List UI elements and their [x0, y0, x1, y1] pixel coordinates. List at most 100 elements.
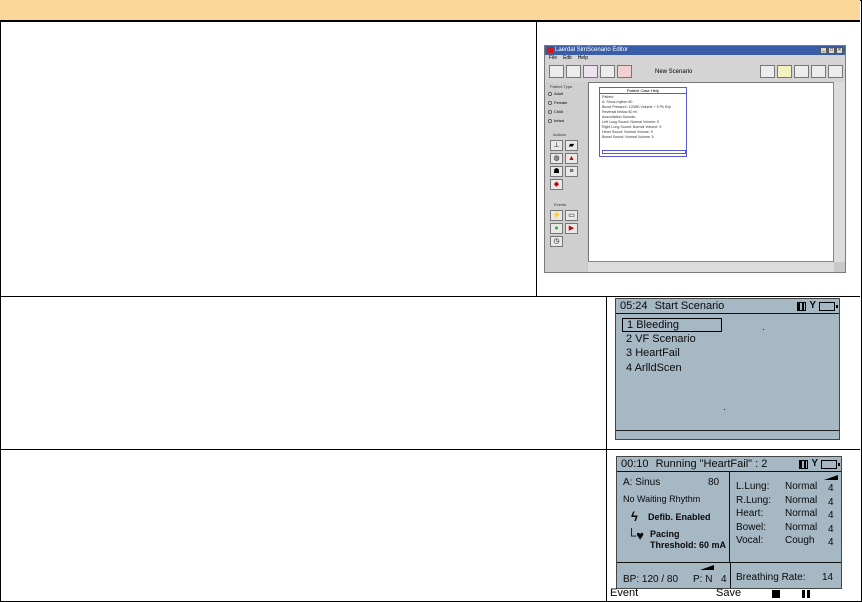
maximize-button[interactable]: □: [828, 47, 835, 54]
new-button[interactable]: [549, 65, 564, 78]
menu-bar: File Edit Help: [545, 55, 845, 62]
delete-button[interactable]: [617, 65, 632, 78]
event-flag-icon[interactable]: ▶: [565, 223, 578, 234]
sound-value[interactable]: Normal: [785, 508, 817, 519]
toolbar: New Scenario: [545, 62, 845, 82]
app-icon: [547, 47, 553, 53]
scenario-item-label: ArlldScen: [634, 361, 682, 374]
softkey-row: Event Save: [610, 587, 850, 601]
radio-adult[interactable]: Adult: [548, 91, 563, 96]
sound-value[interactable]: Normal: [785, 522, 817, 533]
scenario-item-vf-scenario[interactable]: 2 VF Scenario: [622, 333, 722, 347]
column-divider: [536, 21, 537, 296]
clock-icon[interactable]: ◷: [550, 236, 563, 247]
sound-name[interactable]: Heart:: [736, 508, 763, 519]
start-screen-titlebar: 05:24 Start Scenario Y: [616, 299, 839, 314]
print-icon[interactable]: [811, 65, 826, 78]
actions-label: Actions: [553, 132, 567, 137]
event-bulb-icon[interactable]: ●: [550, 223, 563, 234]
save-softkey[interactable]: Save: [716, 587, 741, 599]
sound-level[interactable]: 4: [828, 510, 834, 521]
open-button[interactable]: [566, 65, 581, 78]
scenario-item-label: VF Scenario: [635, 332, 696, 345]
start-time: 05:24: [620, 300, 648, 312]
column-divider: [606, 296, 607, 602]
scenario-item-arlldscen[interactable]: 4 ArlldScen: [622, 362, 722, 376]
antenna-icon: Y: [811, 458, 818, 469]
volume-wedge-icon: [824, 475, 838, 480]
scenario-item-bleeding[interactable]: 1 Bleeding: [622, 318, 722, 332]
waiting-rhythm: No Waiting Rhythm: [623, 494, 701, 504]
pacing-label[interactable]: Pacing: [650, 529, 680, 539]
select-tool-button[interactable]: [583, 65, 598, 78]
rhythm-panel: A: Sinus 80 No Waiting Rhythm ϟ Defib. E…: [617, 472, 730, 562]
rhythm-rate[interactable]: 80: [708, 477, 719, 488]
pause-icon[interactable]: [802, 590, 810, 598]
blood-pressure[interactable]: BP: 120 / 80: [623, 574, 678, 585]
pacing-threshold[interactable]: Threshold: 60 mA: [650, 540, 726, 550]
horizontal-scrollbar[interactable]: [588, 261, 834, 272]
copy-button[interactable]: [600, 65, 615, 78]
help-icon[interactable]: [828, 65, 843, 78]
pulse-level[interactable]: 4: [721, 574, 727, 585]
scenario-canvas[interactable]: Patient Case Help Patient: A: Sinus rhyth…: [588, 82, 834, 262]
event-softkey[interactable]: Event: [610, 587, 638, 599]
running-screen-titlebar: 00:10 Running "HeartFail" : 2 Y: [617, 457, 841, 472]
events-label: Events: [554, 202, 567, 207]
start-title: Start Scenario: [654, 300, 725, 312]
row-divider: [0, 21, 860, 22]
window-titlebar: Laerdal SimScenario Editor _ □ ×: [545, 46, 845, 55]
patient-case-footer: [602, 150, 686, 154]
person-action-icon[interactable]: ☗: [550, 166, 563, 177]
vitals-bar: BP: 120 / 80 P: N 4 Breathing Rate: 14: [617, 562, 841, 588]
iv-action-icon[interactable]: ⊥: [550, 140, 563, 151]
defib-status[interactable]: Defib. Enabled: [648, 512, 711, 522]
cuff-action-icon[interactable]: ▰: [565, 140, 578, 151]
sound-level[interactable]: 4: [828, 537, 834, 548]
bleed-action-icon[interactable]: ▲: [565, 153, 578, 164]
screen-speck: [763, 329, 764, 330]
event-trigger-icon[interactable]: ⚡: [550, 210, 563, 221]
menu-edit[interactable]: Edit: [563, 55, 572, 62]
breathing-rate-label[interactable]: Breathing Rate:: [736, 572, 806, 583]
battery-icon: [819, 301, 838, 311]
sound-name[interactable]: L.Lung:: [736, 481, 769, 492]
menu-help[interactable]: Help: [578, 55, 588, 62]
event-note-icon[interactable]: ▭: [565, 210, 578, 221]
sound-value[interactable]: Normal: [785, 481, 817, 492]
save-icon[interactable]: [794, 65, 809, 78]
header-bar: [0, 0, 860, 21]
open-folder-icon[interactable]: [777, 65, 792, 78]
sound-name[interactable]: Vocal:: [736, 535, 763, 546]
signal-icon: [797, 301, 807, 311]
minimize-button[interactable]: _: [820, 47, 827, 54]
sound-level[interactable]: 4: [828, 483, 834, 494]
sound-value[interactable]: Cough: [785, 535, 814, 546]
sound-name[interactable]: Bowel:: [736, 522, 766, 533]
sound-level[interactable]: 4: [828, 497, 834, 508]
patient-type-label: Patient Type: [550, 84, 573, 89]
sound-name[interactable]: R.Lung:: [736, 495, 771, 506]
radio-infant[interactable]: Infant: [548, 118, 564, 123]
stop-icon[interactable]: [772, 590, 780, 598]
sound-level[interactable]: 4: [828, 524, 834, 535]
menu-file[interactable]: File: [549, 55, 557, 62]
radio-child[interactable]: Child: [548, 109, 563, 114]
scenario-item-heartfail[interactable]: 3 HeartFail: [622, 347, 722, 361]
battery-icon: [821, 459, 840, 469]
note-action-icon[interactable]: ≡: [565, 166, 578, 177]
sounds-panel: L.Lung: Normal 4 R.Lung: Normal 4 Heart: Normal…: [730, 472, 841, 562]
screen-speck: [724, 409, 725, 410]
softkey-divider: [616, 430, 839, 431]
new-document-icon[interactable]: [760, 65, 775, 78]
rhythm-label[interactable]: A: Sinus: [623, 477, 660, 488]
sound-value[interactable]: Normal: [785, 495, 817, 506]
airway-action-icon[interactable]: ◍: [550, 153, 563, 164]
lips-action-icon[interactable]: ◆: [550, 179, 563, 190]
radio-female[interactable]: Female: [548, 100, 567, 105]
vertical-scrollbar[interactable]: [833, 82, 845, 262]
patient-case-box[interactable]: Patient Case Help Patient: A: Sinus rhyth…: [599, 87, 687, 157]
pulse-label[interactable]: P: N: [693, 574, 712, 585]
close-button[interactable]: ×: [836, 47, 843, 54]
breathing-rate-value[interactable]: 14: [822, 572, 833, 583]
